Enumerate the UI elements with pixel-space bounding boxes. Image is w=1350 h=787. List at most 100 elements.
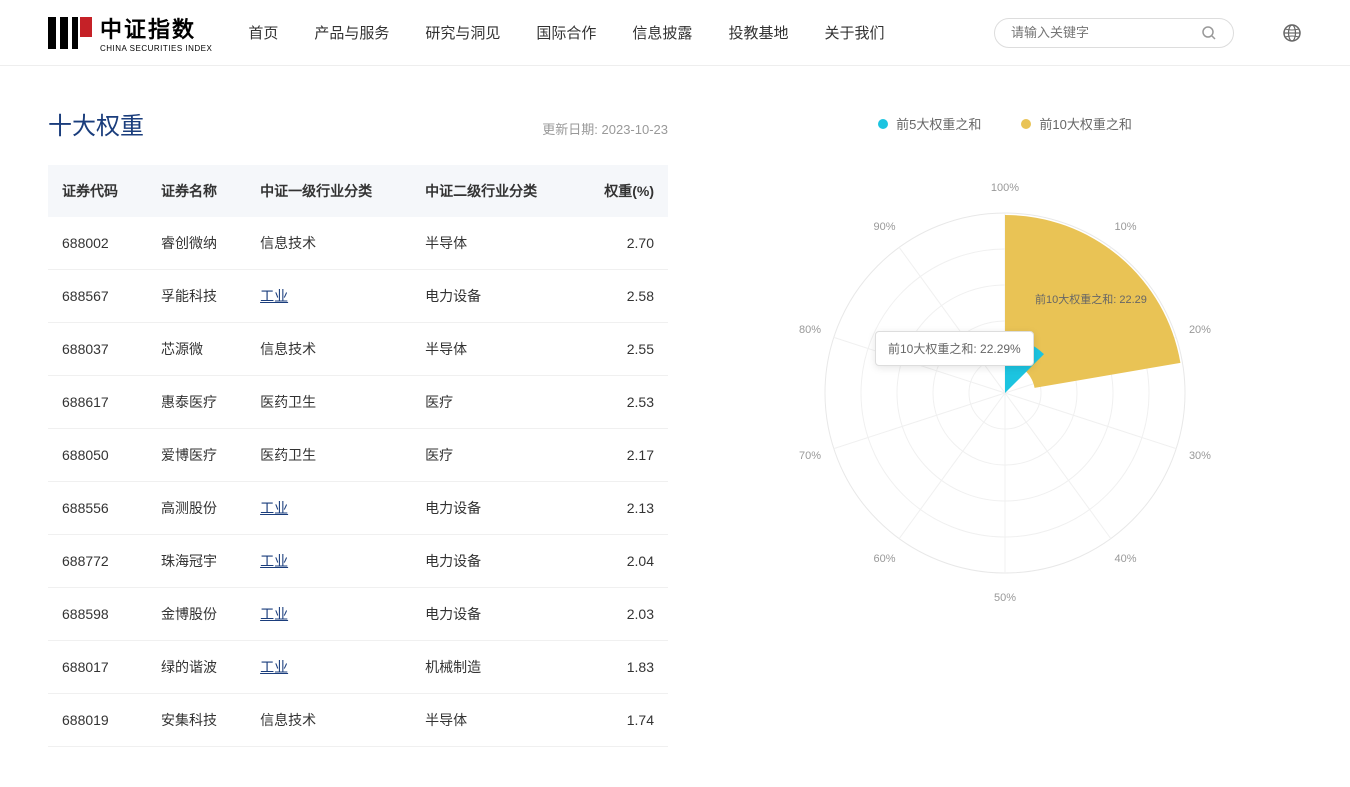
cell-weight: 2.04 xyxy=(576,535,668,588)
tick-label: 20% xyxy=(1189,324,1211,336)
cell-l1: 信息技术 xyxy=(246,323,411,376)
tick-label: 10% xyxy=(1114,221,1136,233)
cell-l1: 工业 xyxy=(246,270,411,323)
cell-weight: 2.58 xyxy=(576,270,668,323)
table-row: 688037芯源微信息技术半导体2.55 xyxy=(48,323,668,376)
tick-label: 80% xyxy=(799,324,821,336)
table-row: 688002睿创微纳信息技术半导体2.70 xyxy=(48,217,668,270)
chart-svg xyxy=(775,163,1235,623)
cell-code: 688002 xyxy=(48,217,147,270)
chart-tooltip: 前10大权重之和: 22.29% xyxy=(875,331,1034,366)
table-row: 688617惠泰医疗医药卫生医疗2.53 xyxy=(48,376,668,429)
nav-education[interactable]: 投教基地 xyxy=(728,22,788,43)
cell-l2: 医疗 xyxy=(411,376,576,429)
legend-top5[interactable]: 前5大权重之和 xyxy=(878,114,981,133)
cell-code: 688772 xyxy=(48,535,147,588)
nav-home[interactable]: 首页 xyxy=(248,22,278,43)
tick-label: 90% xyxy=(873,221,895,233)
left-panel: 十大权重 更新日期: 2023-10-23 证券代码 证券名称 中证一级行业分类… xyxy=(48,106,668,747)
cell-code: 688617 xyxy=(48,376,147,429)
section-title: 十大权重 xyxy=(48,106,144,141)
cell-l2: 半导体 xyxy=(411,694,576,747)
table-row: 688050爱博医疗医药卫生医疗2.17 xyxy=(48,429,668,482)
polar-chart: 100%10%20%30%40%50%60%70%80%90% 前10大权重之和… xyxy=(775,163,1235,623)
industry-link[interactable]: 工业 xyxy=(260,500,288,516)
tick-label: 50% xyxy=(994,592,1016,604)
cell-l2: 半导体 xyxy=(411,323,576,376)
logo[interactable]: 中证指数 CHINA SECURITIES INDEX xyxy=(48,12,212,53)
table-row: 688556高测股份工业电力设备2.13 xyxy=(48,482,668,535)
nav-disclosure[interactable]: 信息披露 xyxy=(632,22,692,43)
cell-name: 金博股份 xyxy=(147,588,246,641)
cell-weight: 1.74 xyxy=(576,694,668,747)
logo-text-cn: 中证指数 xyxy=(100,12,212,44)
nav-products[interactable]: 产品与服务 xyxy=(314,22,389,43)
cell-l1: 信息技术 xyxy=(246,217,411,270)
cell-code: 688050 xyxy=(48,429,147,482)
table-row: 688019安集科技信息技术半导体1.74 xyxy=(48,694,668,747)
chart-legend: 前5大权重之和 前10大权重之和 xyxy=(708,114,1302,133)
cell-l1: 信息技术 xyxy=(246,694,411,747)
legend-dot-top5 xyxy=(878,119,888,129)
cell-l2: 半导体 xyxy=(411,217,576,270)
cell-name: 孚能科技 xyxy=(147,270,246,323)
industry-link[interactable]: 工业 xyxy=(260,659,288,675)
th-name: 证券名称 xyxy=(147,165,246,217)
nav-research[interactable]: 研究与洞见 xyxy=(425,22,500,43)
logo-icon xyxy=(48,13,92,53)
industry-link[interactable]: 工业 xyxy=(260,288,288,304)
globe-icon[interactable] xyxy=(1282,23,1302,43)
cell-weight: 2.17 xyxy=(576,429,668,482)
cell-name: 爱博医疗 xyxy=(147,429,246,482)
cell-l1: 工业 xyxy=(246,588,411,641)
search-input[interactable] xyxy=(1011,25,1193,40)
industry-link[interactable]: 工业 xyxy=(260,606,288,622)
cell-l2: 电力设备 xyxy=(411,588,576,641)
cell-code: 688019 xyxy=(48,694,147,747)
industry-link[interactable]: 工业 xyxy=(260,553,288,569)
cell-l2: 电力设备 xyxy=(411,270,576,323)
cell-name: 安集科技 xyxy=(147,694,246,747)
cell-code: 688017 xyxy=(48,641,147,694)
th-l2: 中证二级行业分类 xyxy=(411,165,576,217)
main: 十大权重 更新日期: 2023-10-23 证券代码 证券名称 中证一级行业分类… xyxy=(0,66,1350,787)
nav-about[interactable]: 关于我们 xyxy=(824,22,884,43)
legend-top10[interactable]: 前10大权重之和 xyxy=(1021,114,1131,133)
tick-label: 70% xyxy=(799,450,821,462)
th-weight: 权重(%) xyxy=(576,165,668,217)
tick-label: 60% xyxy=(873,553,895,565)
cell-weight: 2.13 xyxy=(576,482,668,535)
tick-label: 30% xyxy=(1189,450,1211,462)
cell-name: 高测股份 xyxy=(147,482,246,535)
table-row: 688567孚能科技工业 电力设备2.58 xyxy=(48,270,668,323)
cell-name: 惠泰医疗 xyxy=(147,376,246,429)
cell-code: 688556 xyxy=(48,482,147,535)
cell-l2: 机械制造 xyxy=(411,641,576,694)
update-date: 更新日期: 2023-10-23 xyxy=(542,119,668,138)
search-icon[interactable] xyxy=(1201,25,1217,41)
cell-l2: 电力设备 xyxy=(411,535,576,588)
right-panel: 前5大权重之和 前10大权重之和 xyxy=(708,106,1302,747)
th-code: 证券代码 xyxy=(48,165,147,217)
cell-weight: 2.03 xyxy=(576,588,668,641)
cell-code: 688598 xyxy=(48,588,147,641)
cell-l1: 工业 xyxy=(246,641,411,694)
search-box[interactable] xyxy=(994,18,1234,48)
cell-weight: 2.70 xyxy=(576,217,668,270)
cell-name: 绿的谐波 xyxy=(147,641,246,694)
cell-weight: 2.53 xyxy=(576,376,668,429)
cell-name: 睿创微纳 xyxy=(147,217,246,270)
cell-code: 688037 xyxy=(48,323,147,376)
nav-international[interactable]: 国际合作 xyxy=(536,22,596,43)
cell-l1: 医药卫生 xyxy=(246,429,411,482)
cell-weight: 1.83 xyxy=(576,641,668,694)
cell-l1: 工业 xyxy=(246,535,411,588)
cell-code: 688567 xyxy=(48,270,147,323)
cell-weight: 2.55 xyxy=(576,323,668,376)
cell-name: 珠海冠宇 xyxy=(147,535,246,588)
weights-table: 证券代码 证券名称 中证一级行业分类 中证二级行业分类 权重(%) 688002… xyxy=(48,165,668,747)
logo-text-en: CHINA SECURITIES INDEX xyxy=(100,44,212,53)
slice-label: 前10大权重之和: 22.29 xyxy=(1035,291,1147,307)
table-row: 688017绿的谐波工业 机械制造1.83 xyxy=(48,641,668,694)
nav: 首页 产品与服务 研究与洞见 国际合作 信息披露 投教基地 关于我们 xyxy=(248,22,958,43)
